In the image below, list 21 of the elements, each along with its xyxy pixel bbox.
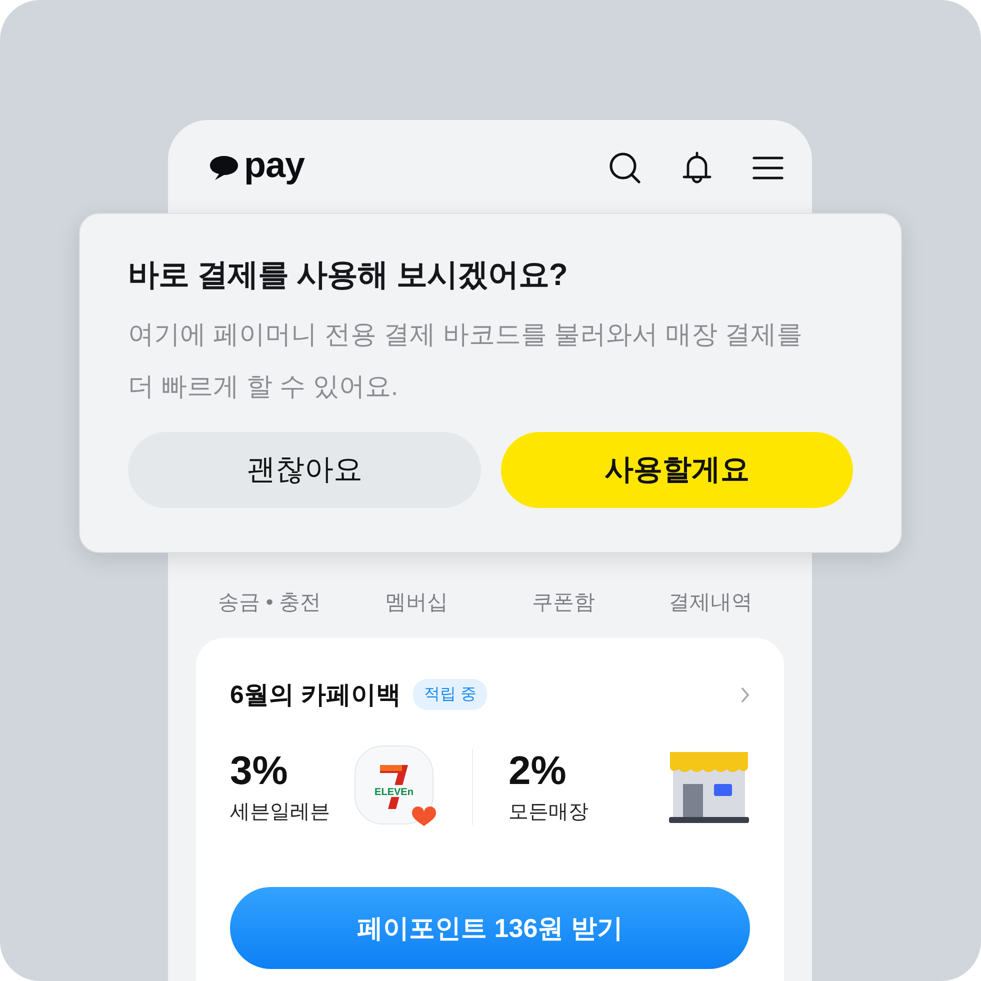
dialog-title: 바로 결제를 사용해 보시겠어요? [128, 256, 568, 294]
get-points-button[interactable]: 페이포인트 136원 받기 [230, 887, 750, 969]
decline-button[interactable]: 괜찮아요 [128, 432, 480, 508]
cashback-rate: 2% [508, 749, 568, 794]
status-badge: 적립 중 [412, 679, 488, 710]
store-name: 모든매장 [508, 800, 590, 825]
menu-item[interactable]: 쿠폰함 [532, 588, 595, 616]
menu-item[interactable]: 결제내역 [668, 588, 752, 616]
menu-icon[interactable] [752, 155, 784, 181]
logo-text: pay [244, 144, 305, 186]
search-icon[interactable] [608, 151, 642, 185]
menu-item[interactable]: 송금 • 충전 [218, 588, 322, 616]
store-name: 세븐일레븐 [230, 800, 331, 825]
card-title: 6월의 카페이백 [230, 680, 401, 711]
confirm-button[interactable]: 사용할게요 [500, 432, 853, 508]
menu-item[interactable]: 멤버십 [385, 588, 448, 616]
store-icon [668, 750, 750, 824]
bell-icon[interactable] [682, 151, 712, 185]
speech-bubble-icon [208, 154, 240, 182]
cashback-rate: 3% [230, 749, 289, 794]
dialog-message: 여기에 페이머니 전용 결제 바코드를 불러와서 매장 결제를 더 빠르게 할 수 있어요. [128, 318, 804, 403]
